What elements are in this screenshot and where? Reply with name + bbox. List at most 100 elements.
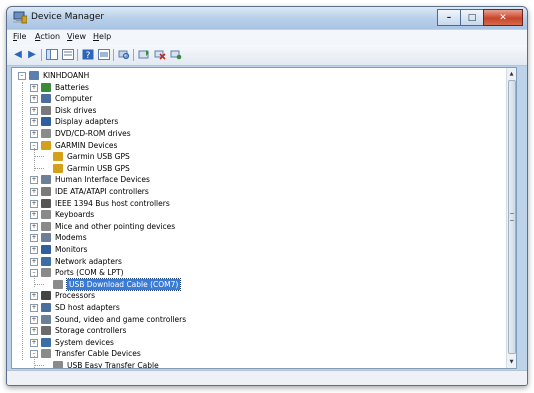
view-icon[interactable] bbox=[97, 48, 111, 61]
expand-icon[interactable]: + bbox=[30, 327, 38, 336]
tree-node[interactable]: Garmin USB GPS bbox=[12, 151, 492, 162]
menu-help[interactable]: Help bbox=[93, 32, 111, 41]
tree-node[interactable]: Garmin USB GPS bbox=[12, 163, 492, 174]
expand-icon[interactable]: + bbox=[30, 211, 38, 220]
menu-view[interactable]: View bbox=[67, 32, 86, 41]
tree-node-label: USB Easy Transfer Cable bbox=[67, 361, 159, 368]
expand-icon[interactable]: + bbox=[30, 130, 38, 138]
tree-node[interactable]: + Human Interface Devices bbox=[12, 174, 492, 185]
system-icon bbox=[41, 337, 51, 347]
expand-icon[interactable]: + bbox=[30, 246, 38, 254]
close-button[interactable]: ✕ bbox=[483, 9, 523, 26]
tree-node-label: IDE ATA/ATAPI controllers bbox=[55, 187, 149, 196]
tree-node-label: System devices bbox=[55, 337, 114, 347]
expand-icon[interactable]: + bbox=[30, 95, 38, 104]
expand-icon[interactable]: + bbox=[30, 292, 38, 301]
tree-node-label: DVD/CD-ROM drives bbox=[55, 129, 131, 138]
tree-node-label: Garmin USB GPS bbox=[67, 152, 130, 162]
collapse-icon[interactable]: – bbox=[18, 72, 26, 80]
console-tree-icon[interactable] bbox=[45, 48, 59, 61]
expand-icon[interactable]: + bbox=[30, 199, 38, 208]
tree-node[interactable]: – GARMIN Devices bbox=[12, 140, 492, 151]
scroll-up-icon[interactable]: ▲ bbox=[507, 69, 516, 78]
tree-node[interactable]: + Computer bbox=[12, 93, 492, 104]
title-bar[interactable]: Device Manager – □ ✕ bbox=[7, 7, 527, 29]
tree-node[interactable]: + IDE ATA/ATAPI controllers bbox=[12, 186, 492, 197]
tree-node[interactable]: + IEEE 1394 Bus host controllers bbox=[12, 198, 492, 209]
tree-node[interactable]: + Storage controllers bbox=[12, 325, 492, 336]
vertical-scrollbar[interactable]: ▲ ▼ bbox=[506, 68, 516, 368]
tree-node[interactable]: + DVD/CD-ROM drives bbox=[12, 128, 492, 139]
tree-node[interactable]: + Display adapters bbox=[12, 116, 492, 127]
tree-node[interactable]: + Disk drives bbox=[12, 105, 492, 116]
menu-file[interactable]: File bbox=[13, 32, 26, 41]
tree-node[interactable]: + Mice and other pointing devices bbox=[12, 221, 492, 232]
tree-node[interactable]: + System devices bbox=[12, 337, 492, 348]
tree-connector bbox=[34, 167, 44, 169]
expand-icon[interactable]: + bbox=[30, 176, 38, 185]
toolbar-separator bbox=[113, 49, 114, 61]
forward-icon[interactable]: ▶ bbox=[25, 48, 39, 61]
device-tree-pane[interactable]: – KINHDOANH + Batteries + Computer + Disk drive… bbox=[11, 67, 517, 369]
computer-icon bbox=[29, 71, 39, 80]
expand-icon[interactable]: + bbox=[30, 222, 38, 231]
tree-node[interactable]: + Monitors bbox=[12, 244, 492, 255]
expand-icon[interactable]: + bbox=[30, 118, 38, 127]
processor-icon bbox=[41, 291, 51, 301]
uninstall-icon[interactable] bbox=[169, 48, 183, 61]
update-driver-icon[interactable] bbox=[137, 48, 151, 61]
expand-icon[interactable]: + bbox=[30, 338, 38, 347]
menu-action[interactable]: Action bbox=[35, 32, 60, 41]
expand-icon[interactable]: + bbox=[30, 188, 38, 196]
tree-node[interactable]: – KINHDOANH bbox=[12, 70, 492, 81]
expand-icon[interactable]: + bbox=[30, 304, 38, 312]
modem-icon bbox=[41, 233, 51, 243]
expand-icon[interactable]: + bbox=[30, 106, 38, 115]
tree-node[interactable]: + Network adapters bbox=[12, 256, 492, 267]
storage-icon bbox=[41, 326, 51, 336]
expand-icon[interactable]: + bbox=[30, 315, 38, 324]
scroll-grip-icon bbox=[510, 213, 514, 221]
tree-node[interactable]: – Transfer Cable Devices bbox=[12, 348, 492, 359]
tree-node[interactable]: + SD host adapters bbox=[12, 302, 492, 313]
tree-node-label: Garmin USB GPS bbox=[67, 163, 130, 173]
expand-icon[interactable]: + bbox=[30, 257, 38, 266]
minimize-button[interactable]: – bbox=[437, 9, 461, 26]
tree-node[interactable]: + Batteries bbox=[12, 82, 492, 93]
toolbar-separator bbox=[41, 49, 42, 61]
tree-node-label: Sound, video and game controllers bbox=[55, 314, 187, 324]
gps-icon bbox=[53, 163, 63, 173]
toolbar-separator bbox=[77, 49, 78, 61]
tree-node[interactable]: + Keyboards bbox=[12, 209, 492, 220]
tree-node-label: Processors bbox=[55, 291, 96, 301]
tree-node[interactable]: + Sound, video and game controllers bbox=[12, 314, 492, 325]
maximize-button[interactable]: □ bbox=[460, 9, 484, 26]
menu-bar: File Action View Help bbox=[7, 30, 527, 45]
window-title: Device Manager bbox=[31, 12, 105, 22]
menu-help-label: elp bbox=[99, 32, 112, 41]
maximize-icon: □ bbox=[467, 12, 477, 23]
tree-node-label: Storage controllers bbox=[55, 326, 127, 336]
menu-view-label: iew bbox=[72, 32, 86, 41]
disable-icon[interactable] bbox=[153, 48, 167, 61]
tree-node[interactable]: – Ports (COM & LPT) bbox=[12, 267, 492, 278]
device-tree[interactable]: – KINHDOANH + Batteries + Computer + Disk drive… bbox=[12, 68, 508, 368]
tree-node[interactable]: USB Download Cable (COM7) bbox=[12, 277, 492, 291]
port-icon bbox=[41, 268, 51, 278]
tree-node[interactable]: USB Easy Transfer Cable bbox=[12, 360, 492, 368]
toolbar-separator bbox=[133, 49, 134, 61]
help-icon[interactable]: ? bbox=[81, 48, 95, 61]
tree-node[interactable]: + Modems bbox=[12, 232, 492, 243]
network-icon bbox=[41, 256, 51, 266]
hid-icon bbox=[41, 175, 51, 185]
expand-icon[interactable]: + bbox=[30, 83, 38, 92]
properties-icon[interactable] bbox=[61, 48, 75, 61]
scroll-down-icon[interactable]: ▼ bbox=[507, 357, 516, 366]
tree-node[interactable]: + Processors bbox=[12, 290, 492, 301]
tree-node-label: Modems bbox=[55, 233, 87, 243]
tree-node-label: GARMIN Devices bbox=[55, 140, 118, 150]
scan-hardware-icon[interactable] bbox=[117, 48, 131, 61]
scroll-thumb[interactable] bbox=[508, 80, 516, 354]
back-icon[interactable]: ◀ bbox=[11, 48, 25, 61]
expand-icon[interactable]: + bbox=[30, 234, 38, 243]
